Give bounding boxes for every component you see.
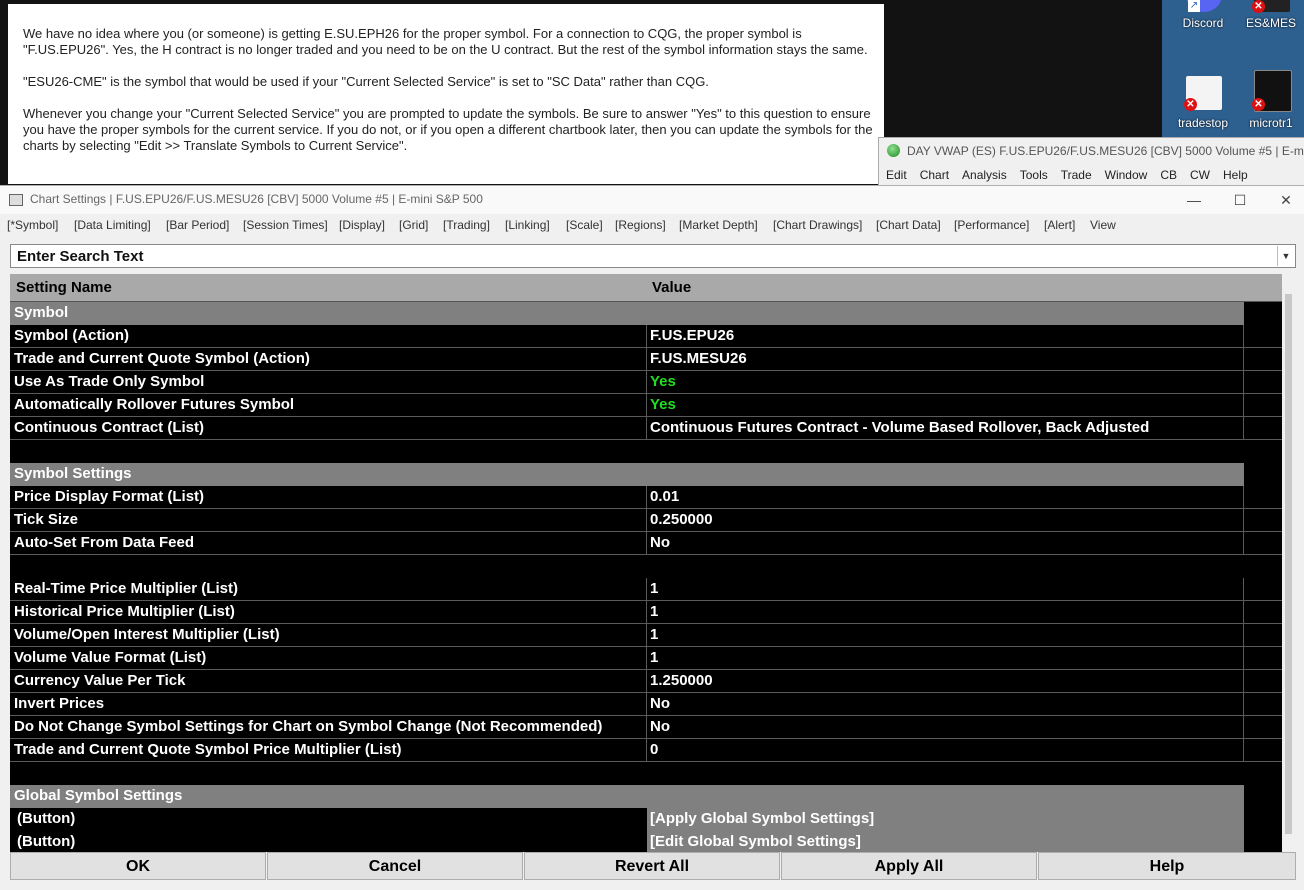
table-row[interactable]: Use As Trade Only Symbol Yes xyxy=(10,371,1282,394)
ok-button[interactable]: OK xyxy=(10,852,266,880)
tab-market-depth[interactable]: [Market Depth] xyxy=(679,218,758,232)
desktop-icon-label: Discord xyxy=(1182,16,1224,30)
table-row[interactable]: Volume/Open Interest Multiplier (List) 1 xyxy=(10,624,1282,647)
table-row[interactable]: Tick Size 0.250000 xyxy=(10,509,1282,532)
table-row[interactable]: Automatically Rollover Futures Symbol Yes xyxy=(10,394,1282,417)
tab-chart-drawings[interactable]: [Chart Drawings] xyxy=(773,218,862,232)
button-row-apply-global[interactable]: (Button) [Apply Global Symbol Settings] xyxy=(10,808,1282,831)
menu-window[interactable]: Window xyxy=(1105,168,1148,182)
tab-scale[interactable]: [Scale] xyxy=(566,218,603,232)
table-row[interactable]: Auto-Set From Data Feed No xyxy=(10,532,1282,555)
title-bar: Chart Settings | F.US.EPU26/F.US.MESU26 … xyxy=(0,186,1304,214)
desktop-icon-tradestop[interactable]: ✕ tradestop xyxy=(1174,72,1232,134)
section-header[interactable]: Symbol Settings xyxy=(10,463,1282,486)
table-row[interactable]: Do Not Change Symbol Settings for Chart … xyxy=(10,716,1282,739)
forum-paragraph: "ESU26-CME" is the symbol that would be … xyxy=(23,74,709,89)
search-text: Enter Search Text xyxy=(17,248,144,265)
table-row[interactable]: Volume Value Format (List) 1 xyxy=(10,647,1282,670)
table-row[interactable]: Historical Price Multiplier (List) 1 xyxy=(10,601,1282,624)
window-title: DAY VWAP (ES) F.US.EPU26/F.US.MESU26 [CB… xyxy=(907,144,1304,158)
secondary-chart-window[interactable]: DAY VWAP (ES) F.US.EPU26/F.US.MESU26 [CB… xyxy=(878,137,1304,186)
minimize-button[interactable]: — xyxy=(1171,186,1217,214)
menu-bar: Edit Chart Analysis Tools Trade Window CB CW Hel… xyxy=(886,168,1261,182)
tab-display[interactable]: [Display] xyxy=(339,218,385,232)
table-row[interactable]: Invert Prices No xyxy=(10,693,1282,716)
search-input[interactable]: Enter Search Text ▼ xyxy=(10,244,1296,268)
cancel-button[interactable]: Cancel xyxy=(267,852,523,880)
settings-tabs: [*Symbol] [Data Limiting] [Bar Period] [… xyxy=(0,214,1304,236)
forum-post: We have no idea where you (or someone) i… xyxy=(8,4,884,184)
globe-icon xyxy=(887,144,900,157)
chevron-down-icon[interactable]: ▼ xyxy=(1277,246,1294,266)
apply-all-button[interactable]: Apply All xyxy=(781,852,1037,880)
blank-row xyxy=(10,440,1282,463)
forum-paragraph: Whenever you change your "Current Select… xyxy=(23,106,873,153)
maximize-button[interactable]: ☐ xyxy=(1217,186,1263,214)
menu-edit[interactable]: Edit xyxy=(886,168,907,182)
error-badge-icon: ✕ xyxy=(1252,0,1265,13)
tab-performance[interactable]: [Performance] xyxy=(954,218,1029,232)
table-row[interactable]: Currency Value Per Tick 1.250000 xyxy=(10,670,1282,693)
close-button[interactable]: ✕ xyxy=(1263,186,1304,214)
menu-trade[interactable]: Trade xyxy=(1061,168,1092,182)
column-header-setting-name: Setting Name xyxy=(16,279,112,296)
grid-header: Setting Name Value xyxy=(10,274,1282,302)
column-header-value: Value xyxy=(652,279,692,296)
desktop-icon-label: microtr1 xyxy=(1249,116,1293,130)
menu-analysis[interactable]: Analysis xyxy=(962,168,1007,182)
chart-settings-dialog: Chart Settings | F.US.EPU26/F.US.MESU26 … xyxy=(0,185,1304,890)
desktop: ↗ Discord ✕ ES&MES ✕ tradestop ✕ microtr… xyxy=(1162,0,1304,137)
dialog-title: Chart Settings | F.US.EPU26/F.US.MESU26 … xyxy=(30,192,483,206)
blank-row xyxy=(10,762,1282,785)
table-row[interactable]: Trade and Current Quote Symbol (Action) F… xyxy=(10,348,1282,371)
table-row[interactable]: Price Display Format (List) 0.01 xyxy=(10,486,1282,509)
menu-tools[interactable]: Tools xyxy=(1020,168,1048,182)
menu-cw[interactable]: CW xyxy=(1190,168,1210,182)
desktop-icon-microtr1[interactable]: ✕ microtr1 xyxy=(1242,66,1300,130)
table-row[interactable]: Symbol (Action) F.US.EPU26 xyxy=(10,325,1282,348)
error-badge-icon: ✕ xyxy=(1252,98,1265,111)
revert-all-button[interactable]: Revert All xyxy=(524,852,780,880)
tab-view[interactable]: View xyxy=(1090,218,1116,232)
section-header[interactable]: Global Symbol Settings xyxy=(10,785,1282,808)
tab-grid[interactable]: [Grid] xyxy=(399,218,428,232)
desktop-icon-es-mes[interactable]: ✕ ES&MES xyxy=(1242,0,1300,40)
tab-data-limiting[interactable]: [Data Limiting] xyxy=(74,218,151,232)
tab-symbol[interactable]: [*Symbol] xyxy=(7,218,58,232)
help-button[interactable]: Help xyxy=(1038,852,1296,880)
tab-bar-period[interactable]: [Bar Period] xyxy=(166,218,229,232)
scrollbar-thumb[interactable] xyxy=(1285,294,1292,834)
menu-help[interactable]: Help xyxy=(1223,168,1248,182)
desktop-icon-label: ES&MES xyxy=(1245,16,1296,30)
dialog-buttons: OK Cancel Revert All Apply All Help xyxy=(10,852,1296,882)
forum-paragraph: We have no idea where you (or someone) i… xyxy=(23,26,868,57)
tab-linking[interactable]: [Linking] xyxy=(505,218,550,232)
button-row-edit-global[interactable]: (Button) [Edit Global Symbol Settings] xyxy=(10,831,1282,852)
shortcut-arrow-icon: ↗ xyxy=(1188,0,1200,12)
blank-row xyxy=(10,555,1282,578)
desktop-icon-discord[interactable]: ↗ Discord xyxy=(1174,0,1232,40)
table-row[interactable]: Continuous Contract (List) Continuous Fut… xyxy=(10,417,1282,440)
table-row[interactable]: Real-Time Price Multiplier (List) 1 xyxy=(10,578,1282,601)
desktop-icon-label: tradestop xyxy=(1177,116,1229,130)
table-row[interactable]: Trade and Current Quote Symbol Price Mul… xyxy=(10,739,1282,762)
tab-alert[interactable]: [Alert] xyxy=(1044,218,1075,232)
section-header[interactable]: Symbol xyxy=(10,302,1282,325)
settings-grid: Setting Name Value Symbol Symbol (Action… xyxy=(10,274,1282,852)
menu-chart[interactable]: Chart xyxy=(920,168,949,182)
menu-cb[interactable]: CB xyxy=(1160,168,1177,182)
tab-regions[interactable]: [Regions] xyxy=(615,218,666,232)
tab-trading[interactable]: [Trading] xyxy=(443,218,490,232)
tab-chart-data[interactable]: [Chart Data] xyxy=(876,218,941,232)
app-window-icon xyxy=(9,194,23,206)
vertical-scrollbar[interactable] xyxy=(1282,274,1296,852)
tab-session-times[interactable]: [Session Times] xyxy=(243,218,328,232)
error-badge-icon: ✕ xyxy=(1184,98,1197,111)
